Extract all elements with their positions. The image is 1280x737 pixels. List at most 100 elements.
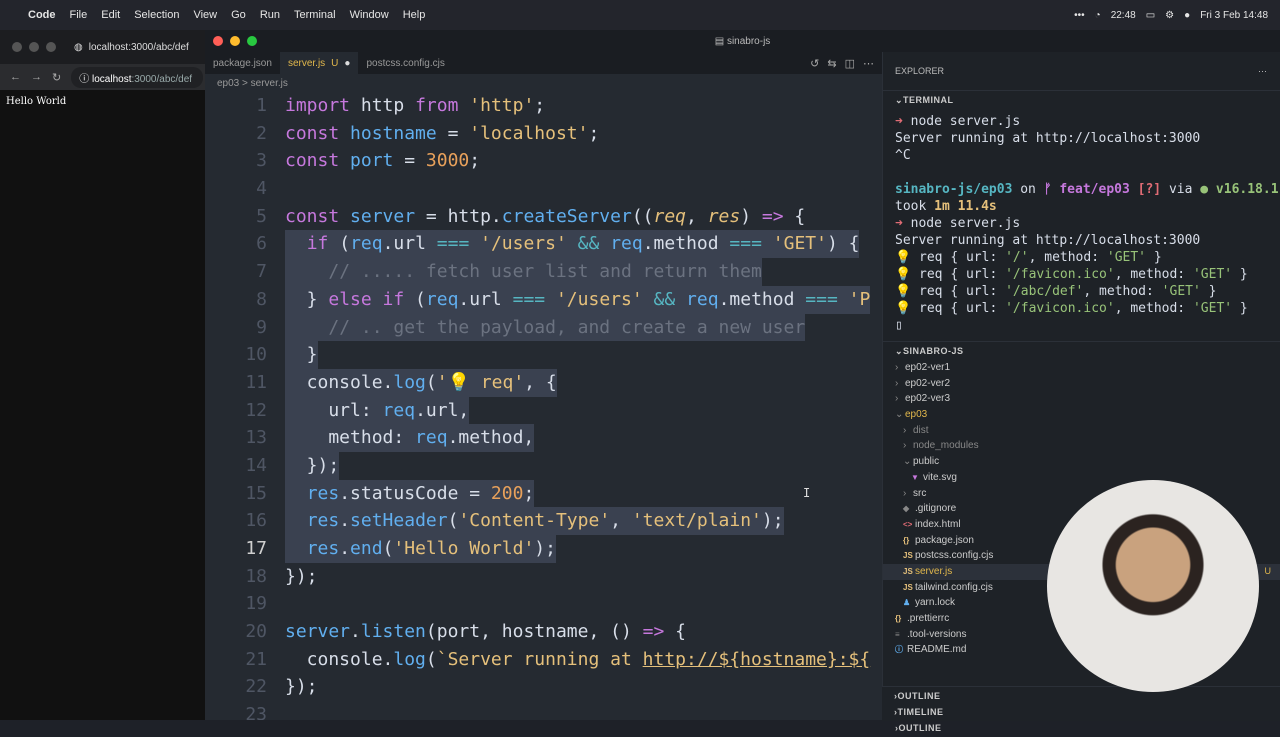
line-number: 4 bbox=[256, 178, 267, 200]
line-number: 7 bbox=[256, 261, 267, 283]
reload-icon[interactable]: ↻ bbox=[52, 71, 61, 84]
url-path: :3000/abc/def bbox=[131, 73, 193, 85]
menubar-date[interactable]: Fri 3 Feb 14:48 bbox=[1200, 10, 1268, 21]
code-line: 22}); bbox=[205, 673, 882, 701]
control-center-icon[interactable]: ⚙ bbox=[1165, 10, 1174, 21]
split-editor-icon[interactable]: ◫ bbox=[845, 57, 855, 70]
untracked-badge: U bbox=[331, 57, 339, 69]
compare-icon[interactable]: ⇆ bbox=[827, 57, 836, 70]
line-number: 13 bbox=[245, 427, 267, 449]
line-number: 11 bbox=[245, 371, 267, 393]
line-number: 10 bbox=[245, 344, 267, 366]
code-line: 19 bbox=[205, 590, 882, 618]
tree-item-dist[interactable]: › dist bbox=[883, 423, 1280, 439]
browser-tabbar: ◍ localhost:3000/abc/def bbox=[0, 30, 205, 64]
tab-postcss-config[interactable]: postcss.config.cjs bbox=[358, 52, 452, 74]
modified-dot-icon[interactable]: ● bbox=[344, 58, 350, 69]
tree-item-ep02-ver3[interactable]: › ep02-ver3 bbox=[883, 391, 1280, 407]
clock-time: 22:48 bbox=[1110, 9, 1136, 21]
code-line: 8 } else if (req.url === '/users' && req… bbox=[205, 285, 882, 314]
tree-item-ep02-ver1[interactable]: › ep02-ver1 bbox=[883, 360, 1280, 376]
code-line: 1 import http from 'http'; bbox=[205, 92, 882, 120]
code-line: 3 const port = 3000; bbox=[205, 147, 882, 175]
code-line: 12 url: req.url, bbox=[205, 396, 882, 425]
outline-header-visible[interactable]: › OUTLINE bbox=[882, 686, 1280, 705]
folder-icon: ▤ bbox=[714, 35, 727, 47]
breadcrumb[interactable]: ep03 > server.js bbox=[205, 74, 894, 92]
more-actions-icon[interactable]: ⋯ bbox=[863, 57, 874, 70]
terminal[interactable]: ➜ node server.js Server running at http:… bbox=[883, 109, 1280, 341]
timeline-icon[interactable]: ↺ bbox=[810, 57, 819, 70]
menu-selection[interactable]: Selection bbox=[134, 9, 179, 21]
line-number: 20 bbox=[245, 621, 267, 643]
line-number: 16 bbox=[245, 510, 267, 532]
menu-terminal[interactable]: Terminal bbox=[294, 9, 336, 21]
code-editor[interactable]: 1 import http from 'http'; 2 const hostnam… bbox=[205, 92, 882, 720]
tab-server-js[interactable]: server.js U ● bbox=[279, 52, 359, 74]
explorer-header: EXPLORER ⋯ bbox=[883, 52, 1280, 91]
menu-view[interactable]: View bbox=[193, 9, 217, 21]
page-text: Hello World bbox=[6, 96, 67, 107]
address-bar[interactable]: ⓘ localhost:3000/abc/def bbox=[71, 66, 203, 88]
explorer-title: EXPLORER bbox=[895, 66, 945, 76]
code-line: 23 bbox=[205, 701, 882, 720]
wifi-icon[interactable]: ◔ bbox=[1095, 10, 1101, 21]
tree-item-src[interactable]: › src bbox=[883, 486, 1280, 502]
menu-run[interactable]: Run bbox=[260, 9, 280, 21]
more-icon[interactable]: ••• bbox=[1074, 10, 1085, 21]
line-number: 1 bbox=[256, 95, 267, 116]
line-number: 21 bbox=[245, 648, 267, 670]
chevron-down-icon: ⌄ bbox=[895, 94, 904, 105]
tree-item-ep02-ver2[interactable]: › ep02-ver2 bbox=[883, 376, 1280, 392]
project-header[interactable]: ⌄ SINABRO-JS bbox=[883, 341, 1280, 360]
code-line: 13 method: req.method, bbox=[205, 424, 882, 452]
code-line: 15 res.statusCode = 200; bbox=[205, 479, 882, 508]
line-number: 9 bbox=[256, 316, 267, 338]
line-number: 18 bbox=[245, 565, 267, 587]
vscode-titlebar: ▤ sinabro-js bbox=[205, 30, 1280, 52]
code-line: 7 // ..... fetch user list and return th… bbox=[205, 258, 882, 286]
line-number: 22 bbox=[245, 676, 267, 698]
code-line: 4 bbox=[205, 175, 882, 203]
tree-item-ep03[interactable]: ⌄ ep03 bbox=[883, 407, 1280, 423]
tab-label: server.js bbox=[287, 57, 326, 69]
menu-go[interactable]: Go bbox=[231, 9, 246, 21]
zoom-dot[interactable] bbox=[46, 42, 56, 52]
info-icon: ⓘ bbox=[79, 73, 90, 85]
mouse-cursor: I bbox=[803, 486, 811, 500]
tree-item-vite-svg[interactable]: ▼ vite.svg bbox=[883, 470, 1280, 486]
battery-icon[interactable]: ▭ bbox=[1146, 10, 1155, 21]
forward-icon[interactable]: → bbox=[31, 71, 42, 83]
back-icon[interactable]: ← bbox=[10, 71, 21, 83]
tree-item-node-modules[interactable]: › node_modules bbox=[883, 438, 1280, 454]
tab-package-json[interactable]: package.json bbox=[205, 52, 280, 74]
line-number: 15 bbox=[245, 482, 267, 504]
code-line: 14 }); bbox=[205, 451, 882, 480]
minimize-dot[interactable] bbox=[29, 42, 39, 52]
browser-tab[interactable]: ◍ localhost:3000/abc/def bbox=[74, 42, 189, 53]
timeline-title: TIMELINE bbox=[897, 707, 944, 717]
outline-title: OUTLINE bbox=[898, 723, 942, 733]
menu-file[interactable]: File bbox=[70, 9, 88, 21]
more-icon[interactable]: ⋯ bbox=[1258, 66, 1267, 77]
browser-content: Hello World bbox=[0, 90, 205, 720]
tab-label: package.json bbox=[213, 57, 272, 69]
code-line: 6 if (req.url === '/users' && req.method… bbox=[205, 230, 882, 259]
close-dot[interactable] bbox=[12, 42, 22, 52]
line-number: 8 bbox=[256, 288, 267, 310]
line-number: 17 bbox=[245, 538, 267, 559]
code-line: 9 // .. get the payload, and create a ne… bbox=[205, 313, 882, 342]
menu-app-code[interactable]: Code bbox=[28, 9, 56, 21]
tree-item-public[interactable]: ⌄ public bbox=[883, 454, 1280, 470]
code-line: 5 const server = http.createServer((req, … bbox=[205, 203, 882, 231]
menu-window[interactable]: Window bbox=[350, 9, 389, 21]
code-line: 11 console.log('💡 req', { bbox=[205, 368, 882, 397]
menu-help[interactable]: Help bbox=[403, 9, 426, 21]
code-line: 2 const hostname = 'localhost'; bbox=[205, 120, 882, 148]
webcam-overlay bbox=[1047, 480, 1259, 692]
terminal-header[interactable]: ⌄ TERMINAL bbox=[883, 91, 1280, 109]
untracked-badge: U bbox=[1264, 565, 1272, 576]
siri-icon[interactable]: ● bbox=[1184, 10, 1190, 21]
menu-edit[interactable]: Edit bbox=[101, 9, 120, 21]
chevron-down-icon: ⌄ bbox=[895, 345, 904, 356]
